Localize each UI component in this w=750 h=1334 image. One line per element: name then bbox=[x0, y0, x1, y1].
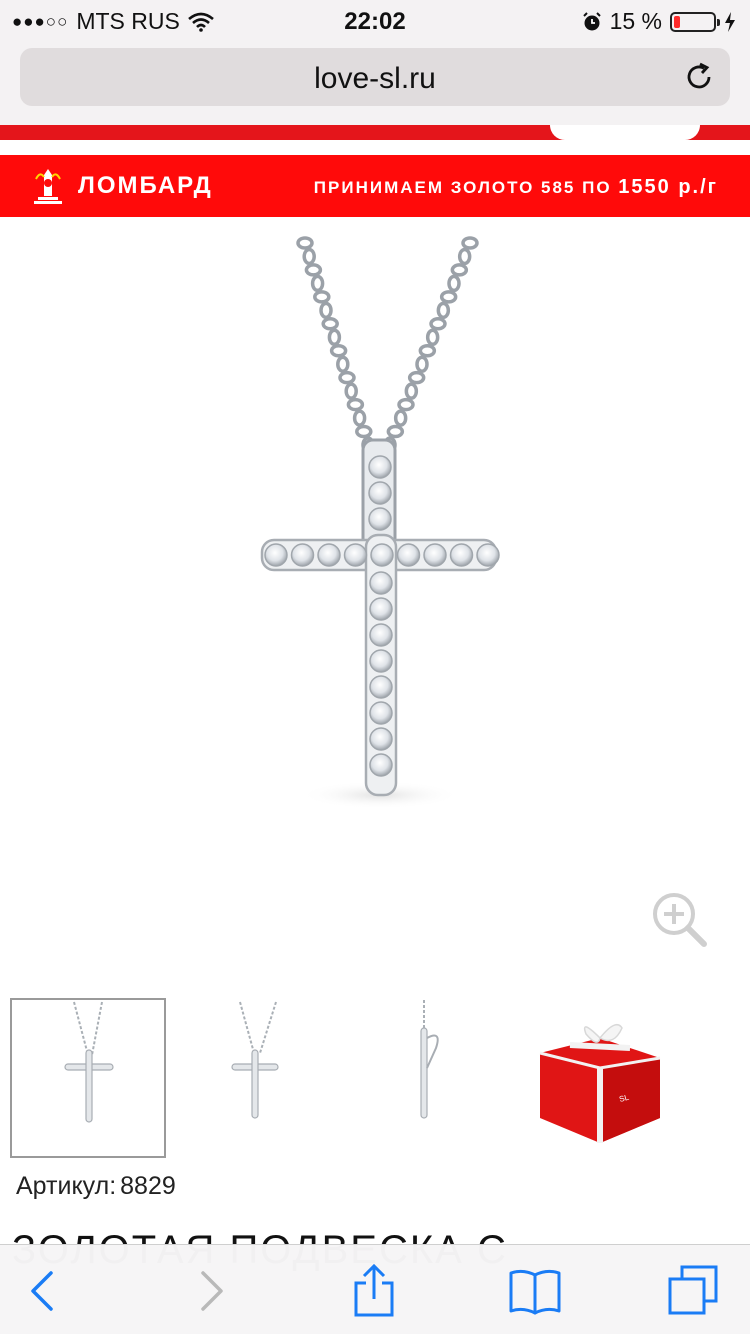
sku-label: Артикул: bbox=[16, 1172, 117, 1200]
forward-icon[interactable] bbox=[183, 1263, 239, 1319]
bookmarks-icon[interactable] bbox=[507, 1263, 563, 1319]
zoom-in-icon[interactable] bbox=[650, 890, 710, 950]
browser-toolbar bbox=[0, 1244, 750, 1334]
sku-value: 8829 bbox=[120, 1172, 176, 1200]
share-icon[interactable] bbox=[346, 1263, 402, 1319]
thumbnail-gift-box[interactable]: SL bbox=[510, 998, 666, 1158]
thumbnail-side[interactable] bbox=[350, 998, 506, 1158]
address-bar[interactable]: love-sl.ru bbox=[20, 48, 730, 106]
thumbnail-strip: SL bbox=[10, 998, 740, 1158]
alarm-icon bbox=[582, 11, 601, 30]
lombard-logo-icon bbox=[34, 169, 62, 204]
charging-icon bbox=[725, 11, 735, 32]
product-sku: Артикул: 8829 bbox=[12, 1172, 176, 1201]
reload-icon[interactable] bbox=[682, 60, 716, 94]
cross-pendant-image[interactable] bbox=[0, 235, 750, 955]
status-bar: ●●●○○ MTS RUS 22:02 15 % bbox=[0, 0, 750, 40]
battery-icon bbox=[670, 11, 720, 32]
thumbnail-angle[interactable] bbox=[180, 998, 336, 1158]
back-icon[interactable] bbox=[15, 1263, 71, 1319]
battery-percent: 15 % bbox=[609, 8, 662, 34]
banner-offer-price: 1550 р./г bbox=[618, 176, 718, 198]
browser-address-area: love-sl.ru bbox=[0, 40, 750, 125]
thumbnail-front[interactable] bbox=[10, 998, 166, 1158]
header-strip-notch bbox=[550, 125, 700, 140]
banner-offer: ПРИНИМАЕМ ЗОЛОТО 585 ПО 1550 р./г bbox=[314, 176, 718, 199]
url-text[interactable]: love-sl.ru bbox=[20, 62, 730, 96]
tabs-icon[interactable] bbox=[666, 1263, 722, 1319]
status-right: 15 % bbox=[582, 8, 736, 35]
battery-level bbox=[674, 15, 681, 28]
banner-title: ЛОМБАРД bbox=[78, 172, 213, 199]
lombard-banner[interactable]: ЛОМБАРД ПРИНИМАЕМ ЗОЛОТО 585 ПО 1550 р./… bbox=[0, 155, 750, 217]
banner-offer-text: ПРИНИМАЕМ ЗОЛОТО 585 ПО bbox=[313, 178, 612, 197]
